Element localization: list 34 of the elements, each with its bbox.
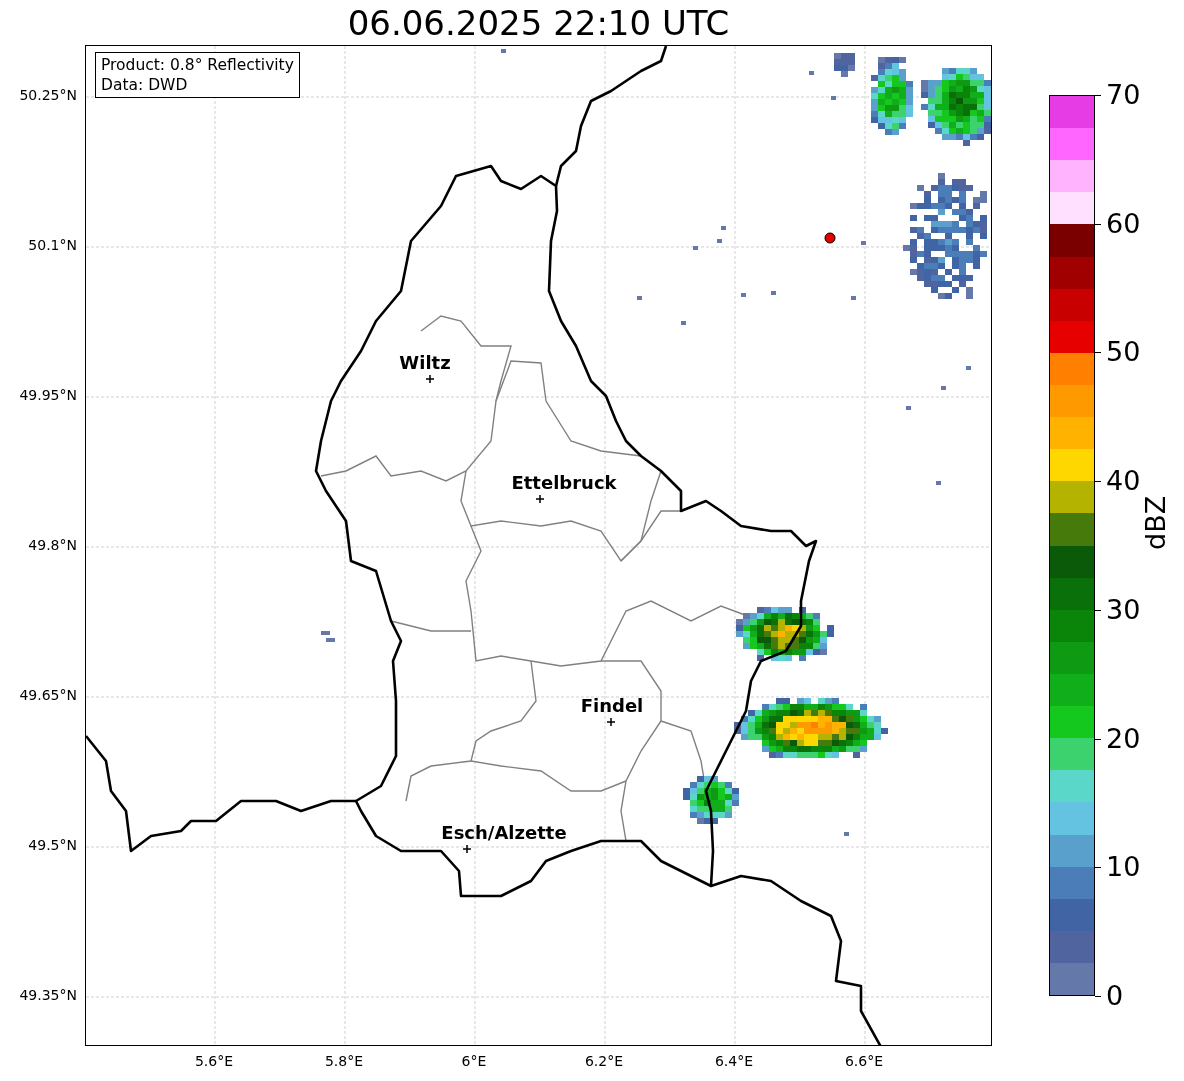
city-label: Esch/Alzette [441,822,567,843]
longitude-label: 6.6°E [844,1053,884,1069]
city-marker-icon [535,494,545,504]
scale-unit-label: dBZ [1140,495,1171,550]
latitude-label: 50.1°N [28,237,77,253]
latitude-label: 49.5°N [28,837,77,853]
city-marker-icon [606,717,616,727]
scale-tick-label: 30 [1106,594,1141,625]
latitude-label: 50.25°N [19,87,77,103]
scale-tick-label: 40 [1106,466,1141,497]
info-text: Data: DWD [101,75,189,95]
scale-tick-label: 20 [1106,723,1141,754]
city-label: Findel [580,695,644,716]
latitude-label: 49.95°N [19,387,77,403]
map-title: 06.06.2025 22:10 UTC [347,2,730,43]
scale-tick-label: 50 [1106,337,1141,368]
city-marker-icon [462,844,472,854]
scale-tick-label: 0 [1106,981,1124,1011]
longitude-label: 6.2°E [584,1053,624,1069]
longitude-label: 6°E [461,1053,487,1069]
longitude-label: 5.6°E [194,1053,234,1069]
longitude-label: 5.8°E [324,1053,364,1069]
scale-tick-label: 60 [1106,208,1141,239]
latitude-label: 49.65°N [19,687,77,703]
radar-site-marker [824,232,836,244]
city-label: Wiltz [399,352,451,373]
latitude-label: 49.35°N [19,987,77,1003]
scale-tick-label: 10 [1106,852,1141,883]
scale-tick-label: 70 [1106,80,1141,110]
info-text: Product: 0.8° Reflectivity [101,55,294,75]
longitude-label: 6.4°E [714,1053,754,1069]
latitude-label: 49.8°N [28,537,77,553]
city-label: Ettelbruck [511,472,617,493]
city-marker-icon [425,374,435,384]
